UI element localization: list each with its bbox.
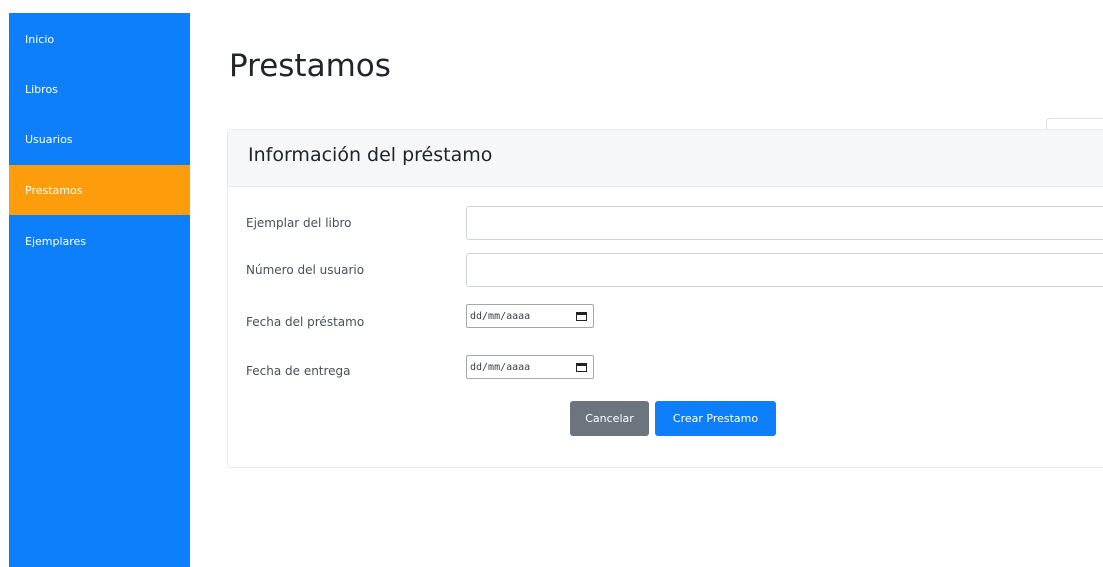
fecha-prestamo-label: Fecha del préstamo bbox=[246, 315, 365, 329]
create-loan-button[interactable]: Crear Prestamo bbox=[655, 401, 776, 436]
calendar-icon[interactable] bbox=[576, 362, 587, 372]
sidebar-item-ejemplares[interactable]: Ejemplares bbox=[9, 216, 190, 266]
date-value: dd/mm/aaaa bbox=[470, 310, 531, 322]
date-value: dd/mm/aaaa bbox=[470, 361, 531, 373]
sidebar-item-libros[interactable]: Libros bbox=[9, 64, 190, 114]
sidebar-item-label: Inicio bbox=[25, 32, 55, 46]
fecha-entrega-input[interactable]: dd/mm/aaaa bbox=[466, 355, 594, 379]
usuario-label: Número del usuario bbox=[246, 263, 365, 277]
cancel-button[interactable]: Cancelar bbox=[570, 401, 649, 436]
ejemplar-label: Ejemplar del libro bbox=[246, 216, 352, 230]
sidebar-item-label: Ejemplares bbox=[25, 234, 87, 248]
sidebar-item-inicio[interactable]: Inicio bbox=[9, 14, 190, 64]
sidebar: Inicio Libros Usuarios Prestamos Ejempla… bbox=[9, 13, 190, 567]
sidebar-item-label: Prestamos bbox=[25, 183, 83, 197]
fecha-prestamo-input[interactable]: dd/mm/aaaa bbox=[466, 304, 594, 328]
card-title: Información del préstamo bbox=[248, 144, 493, 166]
calendar-icon[interactable] bbox=[576, 311, 587, 321]
sidebar-item-prestamos[interactable]: Prestamos bbox=[9, 165, 190, 215]
sidebar-item-label: Usuarios bbox=[25, 132, 73, 146]
sidebar-item-label: Libros bbox=[25, 82, 58, 96]
page-title: Prestamos bbox=[229, 48, 391, 84]
fecha-entrega-label: Fecha de entrega bbox=[246, 364, 351, 378]
card-header: Información del préstamo bbox=[228, 130, 1103, 187]
usuario-input[interactable] bbox=[466, 253, 1103, 287]
ejemplar-input[interactable] bbox=[466, 206, 1103, 240]
sidebar-item-usuarios[interactable]: Usuarios bbox=[9, 114, 190, 164]
